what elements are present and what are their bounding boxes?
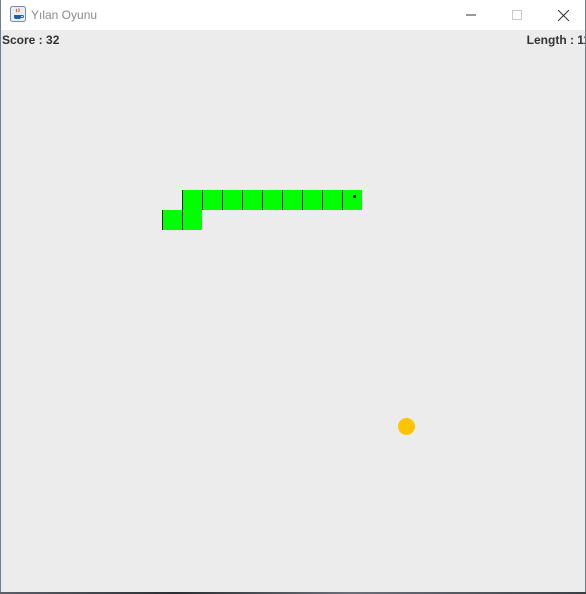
snake-segment (302, 190, 322, 210)
snake-head (342, 190, 362, 210)
close-icon (557, 9, 569, 21)
score-label: Score : 32 (2, 33, 60, 47)
java-cup-icon (10, 6, 26, 22)
snake-segment (182, 210, 202, 230)
snake-segment (162, 210, 182, 230)
maximize-button[interactable] (494, 0, 540, 30)
maximize-icon (512, 10, 522, 20)
minimize-icon (466, 14, 476, 16)
snake-segment (282, 190, 302, 210)
game-window: Yılan Oyunu Score : 32 Length : 11 (0, 0, 586, 592)
length-label: Length : 11 (526, 33, 585, 47)
snake-segment (182, 190, 202, 210)
game-board[interactable]: Score : 32 Length : 11 (1, 30, 585, 591)
snake-segment (202, 190, 222, 210)
snake-segment (322, 190, 342, 210)
snake-segment (242, 190, 262, 210)
food-apple (398, 418, 415, 435)
title-bar[interactable]: Yılan Oyunu (1, 0, 585, 30)
close-button[interactable] (540, 0, 586, 30)
window-title: Yılan Oyunu (31, 8, 98, 22)
snake-segment (262, 190, 282, 210)
snake-eye (353, 195, 356, 198)
minimize-button[interactable] (448, 0, 494, 30)
snake-segment (222, 190, 242, 210)
